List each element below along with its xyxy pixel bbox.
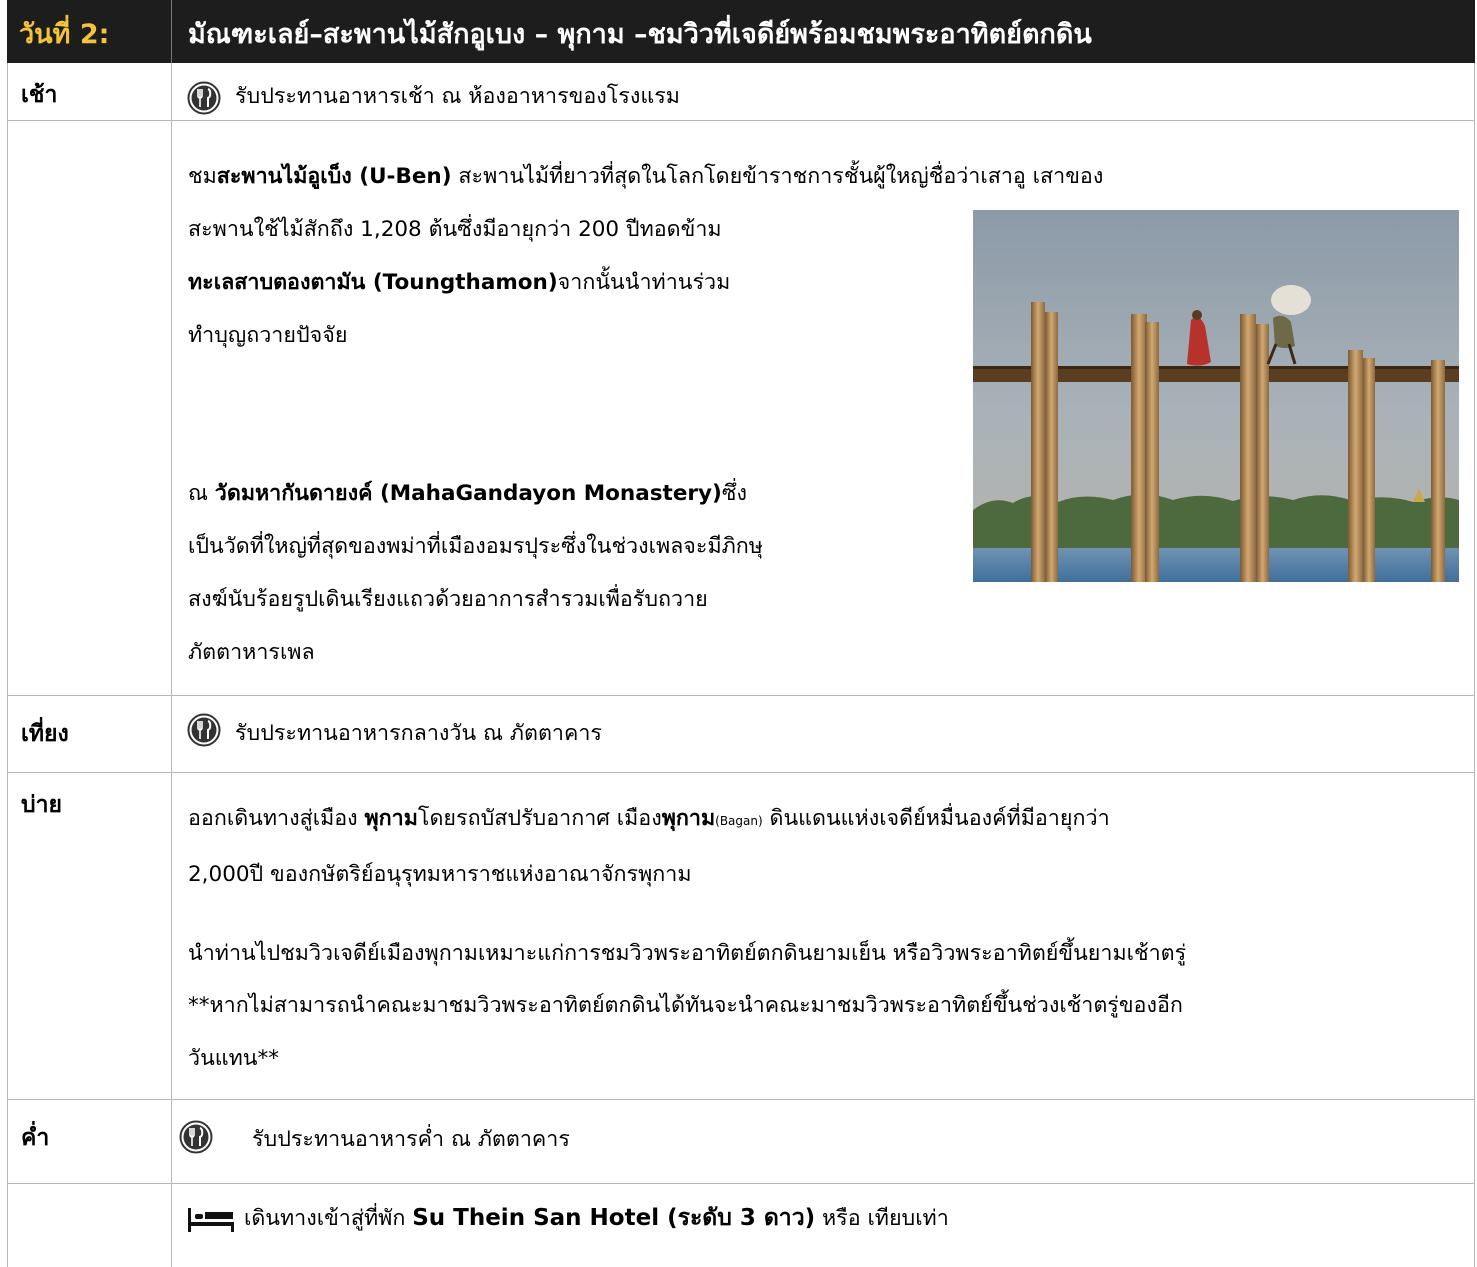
time-label: ค่ำ — [21, 1125, 50, 1151]
table-edge — [1474, 1100, 1475, 1183]
table-edge — [1474, 1184, 1475, 1267]
text-span: ดินแดนแห่งเจดีย์หมื่นองค์ที่มีอายุกว่า — [762, 806, 1110, 831]
paragraph-line: ณ วัดมหากันดายงค์ (MahaGandayon Monaster… — [188, 476, 747, 510]
text-span: หรือ เทียบเท่า — [815, 1206, 949, 1231]
paragraph-line: วันแทน** — [188, 1046, 279, 1071]
day-header: วันที่ 2: มัณฑะเลย์–สะพานไม้สักอูเบง – พ… — [7, 0, 1475, 63]
row-lunch: เที่ยง รับประทานอาหารกลางวัน ณ ภัตตาคาร — [7, 696, 1475, 773]
row-afternoon: บ่าย ออกเดินทางสู่เมือง พุกามโดยรถบัสปรั… — [7, 773, 1475, 1100]
paragraph-line: ทำบุญถวายปัจจัย — [188, 323, 348, 348]
place-name: พุกาม — [661, 806, 716, 831]
table-edge — [7, 63, 8, 120]
text-span: สะพานไม้ที่ยาวที่สุดในโลกโดยข้าราชการชั้… — [451, 164, 1104, 189]
place-name: สะพานไม้อูเบ็ง (U-Ben) — [216, 164, 452, 189]
column-divider — [171, 773, 172, 1099]
table-edge — [1474, 63, 1475, 120]
text-span: จากนั้นนำท่านร่วม — [557, 270, 731, 295]
row-dinner: ค่ำ รับประทานอาหารค่ำ ณ ภัตตาคาร — [7, 1100, 1475, 1184]
place-name: ทะเลสาบตองตามัน (Toungthamon) — [188, 270, 558, 295]
paragraph-line: ออกเดินทางสู่เมือง พุกามโดยรถบัสปรับอากา… — [188, 801, 1110, 835]
paragraph-line: **หากไม่สามารถนำคณะมาชมวิวพระอาทิตย์ตกดิ… — [188, 993, 1183, 1018]
table-edge — [7, 696, 8, 772]
table-edge — [7, 1184, 8, 1267]
paragraph-line: ชมสะพานไม้อูเบ็ง (U-Ben) สะพานไม้ที่ยาวท… — [188, 159, 1103, 193]
text-span: ชม — [188, 164, 217, 189]
day-label: วันที่ 2: — [19, 19, 110, 50]
paragraph-line: เป็นวัดที่ใหญ่ที่สุดของพม่าที่เมืองอมรปุ… — [188, 534, 763, 559]
meal-icon — [187, 81, 221, 115]
row-breakfast: เช้า รับประทานอาหารเช้า ณ ห้องอาหารของโร… — [7, 63, 1475, 121]
text-span: โดยรถบัสปรับอากาศ เมือง — [417, 806, 662, 831]
meal-text: รับประทานอาหารกลางวัน ณ ภัตตาคาร — [235, 721, 602, 746]
text-span: ออกเดินทางสู่เมือง — [188, 806, 365, 831]
bed-icon — [188, 1208, 234, 1232]
bridge-photo — [973, 210, 1459, 582]
day-title: มัณฑะเลย์–สะพานไม้สักอูเบง – พุกาม –ชมวิ… — [188, 19, 1092, 50]
column-divider — [171, 696, 172, 772]
text-span: ณ — [188, 481, 215, 506]
table-edge — [7, 773, 8, 1099]
meal-text: รับประทานอาหารเช้า ณ ห้องอาหารของโรงแรม — [235, 84, 680, 109]
table-edge — [7, 121, 8, 695]
column-divider — [171, 63, 172, 120]
place-name: พุกาม — [364, 806, 418, 831]
time-label: เช้า — [21, 82, 58, 108]
table-edge — [1474, 773, 1475, 1099]
table-edge — [1474, 121, 1475, 695]
itinerary-table: วันที่ 2: มัณฑะเลย์–สะพานไม้สักอูเบง – พ… — [7, 0, 1475, 1267]
english-name: (Bagan) — [715, 814, 763, 828]
paragraph-line: 2,000ปี ของกษัตริย์อนุรุทมหาราชแห่งอาณาจ… — [188, 862, 692, 887]
paragraph-line: ทะเลสาบตองตามัน (Toungthamon)จากนั้นนำท่… — [188, 265, 730, 299]
meal-text: รับประทานอาหารค่ำ ณ ภัตตาคาร — [252, 1127, 570, 1152]
paragraph-line: นำท่านไปชมวิวเจดีย์เมืองพุกามเหมาะแก่การ… — [188, 941, 1187, 966]
paragraph-line: สงฆ์นับร้อยรูปเดินเรียงแถวด้วยอาการสำรวม… — [188, 587, 708, 612]
row-hotel: เดินทางเข้าสู่ที่พัก Su Thein San Hotel … — [7, 1184, 1475, 1267]
time-label: บ่าย — [21, 792, 62, 818]
paragraph-line: ภัตตาหารเพล — [188, 640, 315, 665]
meal-icon — [187, 713, 221, 747]
column-divider — [171, 1100, 172, 1183]
text-span: เดินทางเข้าสู่ที่พัก — [244, 1206, 413, 1231]
table-edge — [1474, 696, 1475, 772]
time-label: เที่ยง — [21, 721, 69, 747]
column-divider — [171, 0, 172, 63]
place-name: วัดมหากันดายงค์ (MahaGandayon Monastery) — [214, 481, 722, 506]
text-span: ซึ่ง — [721, 481, 747, 506]
column-divider — [171, 121, 172, 695]
meal-icon — [179, 1120, 213, 1154]
accommodation-text: เดินทางเข้าสู่ที่พัก Su Thein San Hotel … — [244, 1200, 949, 1236]
paragraph-line: สะพานใช้ไม้สักถึง 1,208 ต้นซึ่งมีอายุกว่… — [188, 217, 722, 242]
table-edge — [7, 1100, 8, 1183]
hotel-name: Su Thein San Hotel (ระดับ 3 ดาว) — [412, 1205, 816, 1231]
column-divider — [171, 1184, 172, 1267]
